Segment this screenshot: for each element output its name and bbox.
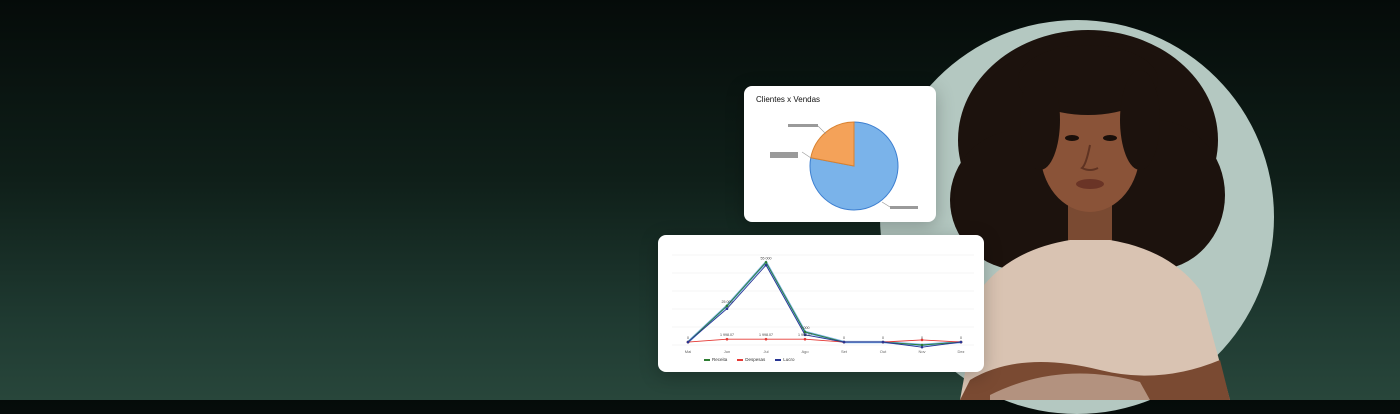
legend-swatch: [775, 358, 782, 361]
pie-leader-line: [881, 201, 891, 208]
x-tick-label: Jun: [724, 349, 730, 354]
pie-label-redacted: [890, 206, 918, 209]
x-tick-label: Dez: [957, 349, 964, 354]
series-point: [764, 337, 768, 341]
data-label: 0: [843, 336, 845, 340]
data-label: 0: [921, 336, 923, 340]
x-tick-label: Set: [841, 349, 848, 354]
data-label: 1 998.07: [720, 333, 734, 337]
series-point: [725, 337, 729, 341]
pie-label-redacted: [788, 124, 818, 127]
x-tick-label: Nov: [918, 349, 925, 354]
data-label: 7 000: [801, 326, 810, 330]
x-tick-label: Mai: [685, 349, 692, 354]
pie-label-redacted: [770, 152, 798, 155]
pie-leader-line: [817, 125, 827, 135]
series-point: [725, 304, 729, 308]
legend-swatch: [704, 358, 710, 361]
legend-label: Despesas: [745, 357, 766, 362]
legend-item-receita[interactable]: Receita: [704, 357, 727, 362]
series-point: [842, 340, 846, 344]
series-point: [803, 337, 807, 341]
series-point: [959, 340, 963, 344]
series-point: [764, 260, 768, 264]
series-point: [686, 340, 690, 344]
legend-item-despesas[interactable]: Despesas: [737, 357, 765, 362]
pie-chart-card: Clientes x Vendas: [744, 86, 936, 222]
legend-label: Lucro: [783, 357, 795, 362]
line-chart-card: Mai Jun Jul Ago Set Out Nov Dez 0 25 000 55 000 7 0…: [658, 235, 984, 372]
series-point: [920, 345, 924, 349]
x-tick-label: Jul: [763, 349, 768, 354]
chart-legend: Receita Despesas Lucro: [704, 357, 795, 362]
pie-leader-line: [801, 151, 812, 159]
series-point: [725, 307, 729, 311]
data-label: 1 998.07: [798, 333, 812, 337]
legend-swatch: [737, 358, 744, 361]
line-chart: Mai Jun Jul Ago Set Out Nov Dez 0 25 000 55 000 7 0…: [672, 254, 974, 354]
legend-item-lucro[interactable]: Lucro: [775, 357, 795, 362]
data-label: 25 000: [722, 300, 733, 304]
x-tick-label: Out: [880, 349, 887, 354]
data-label: 0: [687, 336, 689, 340]
series-point: [764, 263, 768, 267]
legend-label: Receita: [712, 357, 728, 362]
data-label: 0: [882, 336, 884, 340]
data-label: 1 998.07: [759, 333, 773, 337]
data-label: 0: [960, 336, 962, 340]
pie-slice: [810, 121, 855, 167]
series-point: [881, 340, 885, 344]
data-label: 55 000: [761, 256, 772, 260]
pie-chart: [770, 121, 918, 211]
pie-label-redacted: [770, 155, 798, 158]
x-tick-label: Ago: [801, 349, 809, 354]
